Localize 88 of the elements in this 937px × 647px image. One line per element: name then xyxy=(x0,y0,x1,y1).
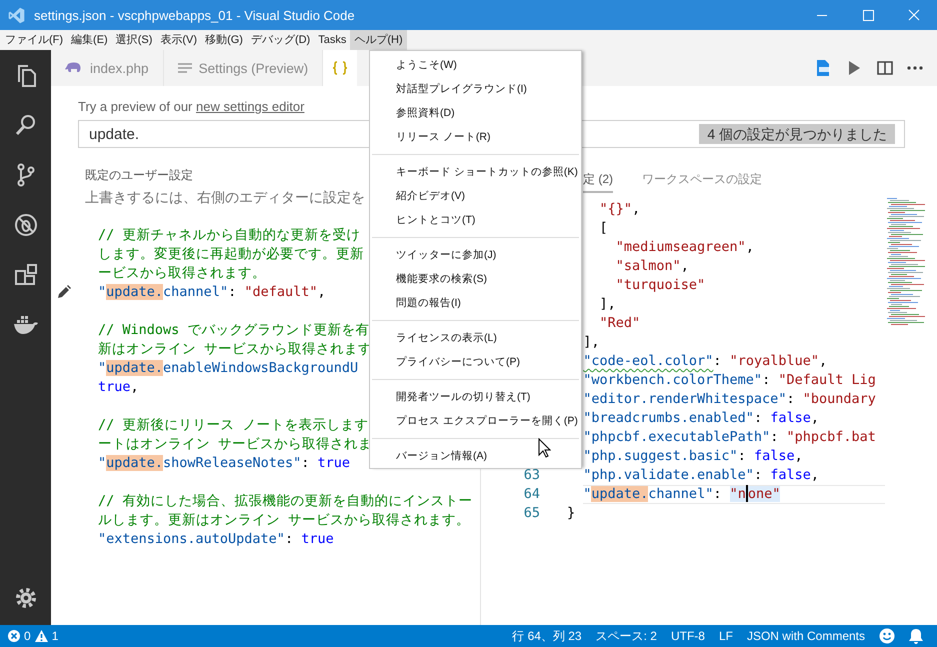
code-line: ], xyxy=(600,295,617,314)
code-line: ービスから取得されます。 xyxy=(98,264,266,283)
settings-editor-link[interactable]: new settings editor xyxy=(196,99,304,114)
bug-icon[interactable] xyxy=(12,212,38,238)
code-line: "editor.renderWhitespace": "boundary xyxy=(583,390,877,409)
whale-icon[interactable] xyxy=(12,315,38,335)
code-line: "workbench.colorTheme": "Default Lig xyxy=(583,371,877,390)
line-number: 64 xyxy=(524,485,541,504)
menu-item[interactable]: キーボード ショートカットの参照(K) xyxy=(396,160,578,184)
status-item[interactable]: スペース: 2 xyxy=(588,628,664,644)
code-line: // 更新後にリリース ノートを表示します xyxy=(98,416,369,435)
code-line: "update.channel": "n one" xyxy=(583,485,885,504)
menu-item[interactable]: デバッグ(D) xyxy=(246,30,314,50)
error-icon[interactable] xyxy=(8,630,20,642)
app-logo-icon xyxy=(8,6,25,24)
code-line: [ xyxy=(600,219,609,238)
code-line: "update.showReleaseNotes": true xyxy=(98,454,350,473)
code-line: "php.validate.enable": false, xyxy=(583,466,820,485)
result-count: 4 個の設定が見つかりました xyxy=(699,124,895,144)
code-line: "php.suggest.basic": false, xyxy=(583,447,804,466)
code-line: "phpcbf.executablePath": "phpcbf.bat xyxy=(583,428,877,447)
extensions-icon[interactable] xyxy=(12,262,38,288)
code-line: "salmon", xyxy=(616,257,690,276)
menu-item[interactable]: 移動(G) xyxy=(201,30,247,50)
warning-count[interactable]: 1 xyxy=(52,629,58,643)
code-line: "breadcrumbs.enabled": false, xyxy=(583,409,820,428)
smiley-icon[interactable] xyxy=(879,628,895,644)
menu-item[interactable]: Tasks xyxy=(314,30,350,50)
lines-icon xyxy=(178,63,192,73)
code-line: します。変更後に再起動が必要です。更新 xyxy=(98,245,364,264)
menu-item[interactable]: 編集(E) xyxy=(67,30,112,50)
code-line: "{}", xyxy=(600,200,642,219)
menu-item[interactable]: ヘルプ(H) xyxy=(350,30,407,50)
menu-item[interactable]: プライバシーについて(P) xyxy=(396,350,520,374)
menu-item[interactable]: 機能要求の検索(S) xyxy=(396,267,487,291)
menu-item[interactable]: 開発者ツールの切り替え(T) xyxy=(396,385,530,409)
menu-item[interactable]: 問題の報告(I) xyxy=(396,291,461,315)
code-line: } xyxy=(567,504,576,523)
menu-item[interactable]: ようこそ(W) xyxy=(396,53,457,77)
code-line: ], xyxy=(583,333,601,352)
menu-item[interactable]: 選択(S) xyxy=(112,30,156,50)
warning-icon[interactable] xyxy=(34,630,48,642)
file-icon[interactable] xyxy=(814,59,832,77)
menu-item[interactable]: ヒントとコツ(T) xyxy=(396,208,476,232)
error-count[interactable]: 0 xyxy=(24,629,31,643)
status-item[interactable]: 行 64、列 23 xyxy=(505,628,589,644)
code-line: ルします。更新はオンライン サービスから取得されます。 xyxy=(98,511,470,530)
code-line: "mediumseagreen", xyxy=(616,238,755,257)
elephant-icon xyxy=(65,62,83,74)
status-item[interactable]: JSON with Comments xyxy=(740,629,872,643)
code-line: "Red" xyxy=(600,314,642,333)
code-line: "turquoise" xyxy=(616,276,706,295)
code-line: ートはオンライン サービスから取得されま xyxy=(98,435,372,454)
menu-item[interactable]: ツイッターに参加(J) xyxy=(396,243,496,267)
bell-icon[interactable] xyxy=(909,628,923,644)
code-line: "extensions.autoUpdate": true xyxy=(98,530,334,549)
code-line: // Windows でバックグラウンド更新を有 xyxy=(98,321,370,340)
settings-icon[interactable] xyxy=(14,586,38,610)
menu-item[interactable]: 紹介ビデオ(V) xyxy=(396,184,465,208)
braces-icon xyxy=(332,61,348,75)
menu-item[interactable]: 参照資料(D) xyxy=(396,101,455,125)
status-item[interactable]: LF xyxy=(712,629,740,643)
code-line: "update.enableWindowsBackgroundU xyxy=(98,359,358,378)
code-line: "update.channel": "default", xyxy=(98,283,326,302)
preview-hint: Try a preview of our new settings editor xyxy=(78,99,304,114)
menu-item[interactable]: ファイル(F) xyxy=(1,30,68,50)
menu-item[interactable]: プロセス エクスプローラーを開く(P) xyxy=(396,409,578,433)
code-line: // 有効にした場合、拡張機能の更新を自動的にインストー xyxy=(98,492,472,511)
code-line: true, xyxy=(98,378,139,397)
code-line: // 更新チャネルから自動的な更新を受け xyxy=(98,226,360,245)
mouse-pointer-icon xyxy=(538,438,551,458)
line-number: 63 xyxy=(524,466,541,485)
code-line: 新はオンライン サービスから取得されます xyxy=(98,340,372,359)
more-icon[interactable] xyxy=(907,66,923,70)
split-editor-icon[interactable] xyxy=(876,59,894,77)
pane-description: 上書きするには、右側のエディターに設定を xyxy=(85,189,365,205)
menu-item[interactable]: 対話型プレイグラウンド(I) xyxy=(396,77,527,101)
pane-title: 既定のユーザー設定 xyxy=(85,168,193,182)
menu-item[interactable]: リリース ノート(R) xyxy=(396,125,490,149)
window-title: settings.json - vscphpwebapps_01 - Visual Studio Code xyxy=(34,8,356,22)
code-line: "code-eol.color": "royalblue", xyxy=(583,352,828,371)
menu-item[interactable]: 表示(V) xyxy=(156,30,202,50)
status-item[interactable]: UTF-8 xyxy=(664,629,712,643)
menu-item[interactable]: バージョン情報(A) xyxy=(396,444,487,468)
line-number: 65 xyxy=(524,504,541,523)
menu-item[interactable]: ライセンスの表示(L) xyxy=(396,326,497,350)
pencil-icon[interactable] xyxy=(57,285,71,299)
settings-tab[interactable]: ワークスペースの設定 xyxy=(642,167,762,193)
